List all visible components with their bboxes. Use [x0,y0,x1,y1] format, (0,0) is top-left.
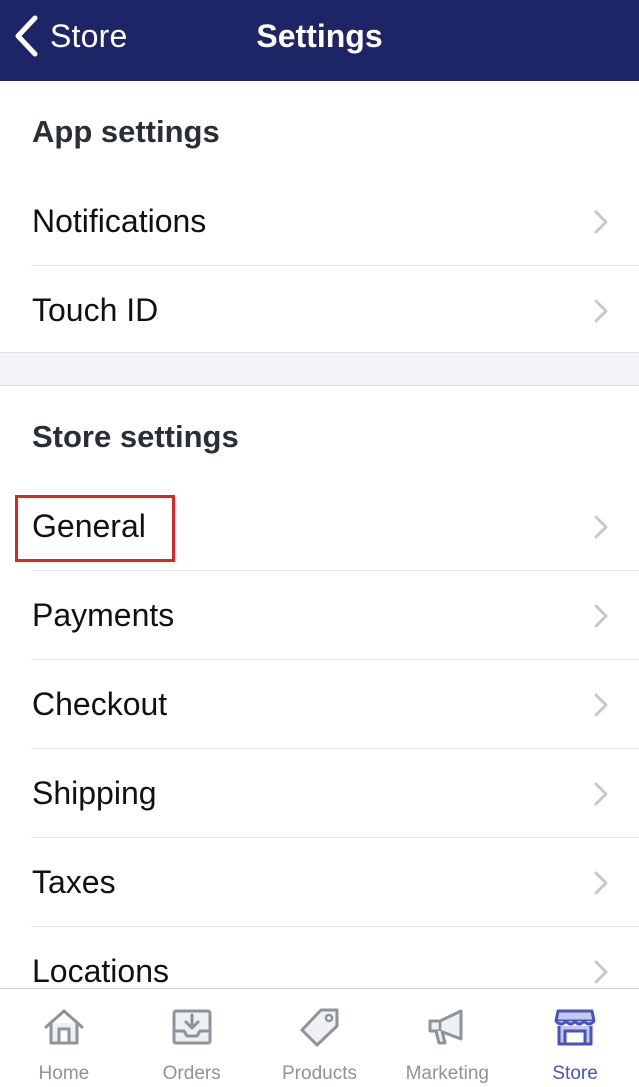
megaphone-icon [428,1009,463,1045]
tab-products[interactable]: Products [256,989,384,1087]
section-header-store-settings: Store settings [32,419,239,454]
tag-icon [300,1008,339,1047]
tab-label: Marketing [405,1063,489,1084]
home-icon [44,1009,84,1045]
tab-label: Products [282,1063,357,1084]
app-settings-section: App settings Notifications Touch ID [0,81,639,353]
navigation-bar: Store Settings [0,0,639,81]
orders-inbox-icon [172,1009,212,1045]
tab-home[interactable]: Home [0,989,128,1087]
tab-bar: Home Orders Products Marketing Store [0,988,639,1087]
chevron-right-icon [594,871,608,894]
chevron-right-icon [594,604,608,627]
tab-label: Home [38,1063,90,1084]
row-label: Checkout [32,686,168,722]
row-label: Touch ID [32,292,159,328]
tab-label: Orders [162,1063,221,1084]
chevron-right-icon [594,782,608,805]
store-settings-section: Store settings General Payments Checkout… [0,386,639,988]
highlight-box [15,495,175,562]
tab-marketing[interactable]: Marketing [383,989,511,1087]
chevron-right-icon [594,693,608,716]
row-label: Taxes [32,864,116,900]
chevron-left-icon [15,15,38,57]
section-divider [0,353,639,386]
section-header-app-settings: App settings [32,114,220,149]
chevron-right-icon [594,960,608,983]
settings-row-shipping[interactable]: Shipping [0,749,639,838]
settings-row-payments[interactable]: Payments [0,571,639,660]
store-icon [554,1009,596,1046]
row-label: Notifications [32,203,207,239]
settings-row-locations[interactable]: Locations [0,927,639,988]
settings-row-checkout[interactable]: Checkout [0,660,639,749]
back-button[interactable]: Store [12,12,127,60]
tab-orders[interactable]: Orders [128,989,256,1087]
row-label: Payments [32,597,175,633]
chevron-right-icon [594,515,608,538]
row-label: Shipping [32,775,157,811]
chevron-right-icon [594,299,608,322]
settings-row-notifications[interactable]: Notifications [0,177,639,266]
settings-row-touch-id[interactable]: Touch ID [0,266,639,355]
back-button-label: Store [50,17,128,54]
settings-row-taxes[interactable]: Taxes [0,838,639,927]
tab-label: Store [552,1063,598,1084]
chevron-right-icon [594,210,608,233]
tab-store[interactable]: Store [511,989,639,1087]
row-label: Locations [32,953,169,988]
